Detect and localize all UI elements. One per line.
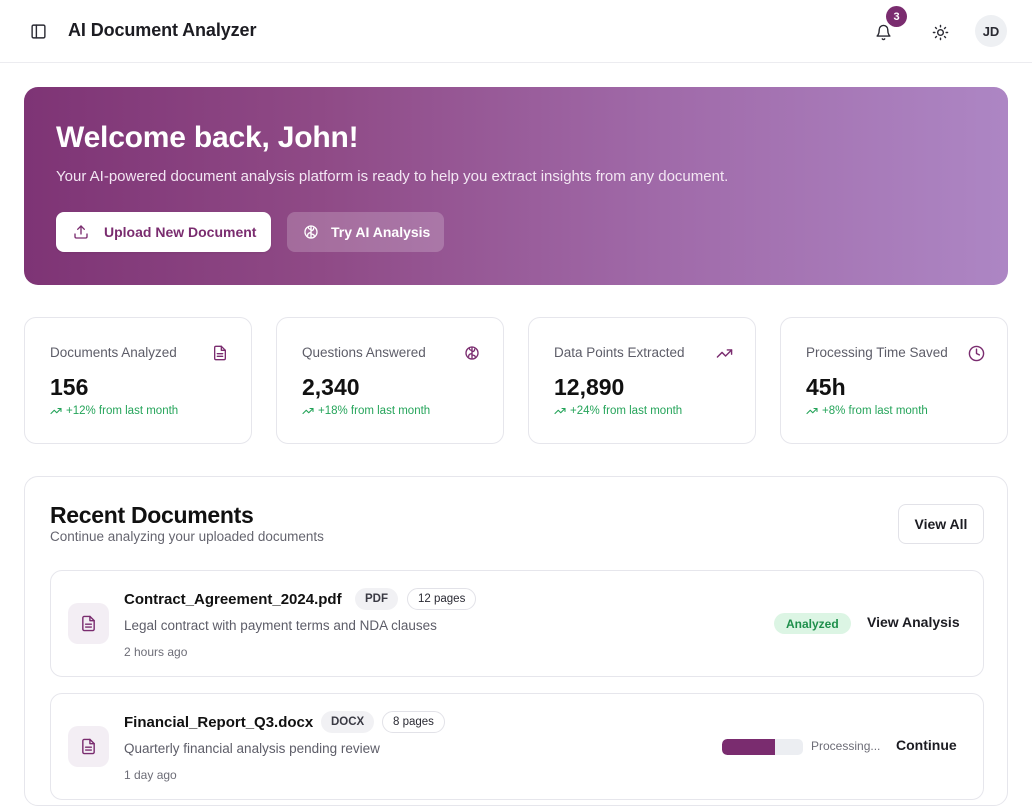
document-icon-box (68, 603, 109, 644)
stat-trend-text: +8% from last month (822, 405, 928, 417)
document-type-badge: DOCX (321, 711, 375, 733)
notification-count-badge: 3 (886, 6, 907, 27)
recent-documents-panel: Recent Documents Continue analyzing your… (24, 476, 1008, 806)
brain-icon (465, 346, 479, 360)
recent-documents-title: Recent Documents (50, 502, 254, 528)
bell-icon (875, 24, 891, 40)
upload-document-label: Upload New Document (104, 224, 257, 240)
stat-label: Data Points Extracted (554, 345, 685, 360)
welcome-subtitle: Your AI-powered document analysis platfo… (56, 168, 729, 185)
stat-card-documents-analyzed: Documents Analyzed 156 +12% from last mo… (24, 317, 252, 444)
trending-up-icon (806, 407, 818, 415)
file-text-icon (82, 738, 95, 755)
document-type-badge: PDF (355, 588, 398, 610)
processing-progress-bar (722, 739, 803, 755)
document-timestamp: 2 hours ago (124, 645, 188, 659)
document-description: Legal contract with payment terms and ND… (124, 618, 437, 633)
stat-label: Processing Time Saved (806, 345, 948, 360)
stat-trend: +24% from last month (554, 405, 682, 417)
stat-trend-text: +18% from last month (318, 405, 431, 417)
view-analysis-button[interactable]: View Analysis (867, 614, 960, 630)
welcome-title: Welcome back, John! (56, 121, 359, 154)
document-description: Quarterly financial analysis pending rev… (124, 741, 380, 756)
stat-card-data-points-extracted: Data Points Extracted 12,890 +24% from l… (528, 317, 756, 444)
stat-card-processing-time-saved: Processing Time Saved 45h +8% from last … (780, 317, 1008, 444)
clock-icon (968, 345, 984, 361)
file-text-icon (214, 345, 226, 361)
stat-value: 12,890 (554, 374, 625, 400)
progress-fill (722, 739, 775, 755)
sun-icon (932, 24, 948, 40)
trending-up-icon (554, 407, 566, 415)
view-all-button[interactable]: View All (898, 504, 984, 544)
document-name[interactable]: Contract_Agreement_2024.pdf (124, 591, 342, 608)
stat-trend-text: +12% from last month (66, 405, 179, 417)
processing-status-text: Processing... (811, 739, 881, 753)
stat-label: Documents Analyzed (50, 345, 177, 360)
upload-icon (74, 225, 88, 239)
stat-label: Questions Answered (302, 345, 426, 360)
stat-value: 156 (50, 374, 89, 400)
status-badge: Analyzed (774, 613, 851, 634)
sidebar-toggle-button[interactable] (26, 19, 50, 43)
trending-up-icon (50, 407, 62, 415)
theme-toggle-button[interactable] (927, 19, 953, 45)
app-title: AI Document Analyzer (68, 20, 257, 40)
trending-up-icon (716, 348, 732, 358)
stat-value: 45h (806, 374, 846, 400)
try-ai-analysis-label: Try AI Analysis (331, 224, 431, 240)
document-name[interactable]: Financial_Report_Q3.docx (124, 714, 313, 731)
stat-trend-text: +24% from last month (570, 405, 683, 417)
document-pages-badge: 12 pages (407, 588, 477, 610)
try-ai-analysis-button[interactable]: Try AI Analysis (287, 212, 444, 252)
stat-value: 2,340 (302, 374, 360, 400)
document-row[interactable]: Contract_Agreement_2024.pdf PDF 12 pages… (50, 570, 984, 677)
trending-up-icon (302, 407, 314, 415)
recent-documents-subtitle: Continue analyzing your uploaded documen… (50, 529, 324, 544)
document-row[interactable]: Financial_Report_Q3.docx DOCX 8 pages Qu… (50, 693, 984, 800)
welcome-banner: Welcome back, John! Your AI-powered docu… (24, 87, 1008, 285)
panel-left-icon (30, 23, 46, 39)
document-icon-box (68, 726, 109, 767)
document-pages-badge: 8 pages (382, 711, 445, 733)
stat-trend: +12% from last month (50, 405, 178, 417)
user-avatar[interactable]: JD (975, 15, 1007, 47)
top-header: AI Document Analyzer 3 JD (0, 0, 1032, 63)
file-text-icon (82, 615, 95, 632)
continue-button[interactable]: Continue (896, 737, 957, 753)
stat-trend: +8% from last month (806, 405, 928, 417)
upload-document-button[interactable]: Upload New Document (56, 212, 271, 252)
stat-trend: +18% from last month (302, 405, 430, 417)
brain-icon (304, 225, 318, 239)
stat-card-questions-answered: Questions Answered 2,340 +18% from last … (276, 317, 504, 444)
